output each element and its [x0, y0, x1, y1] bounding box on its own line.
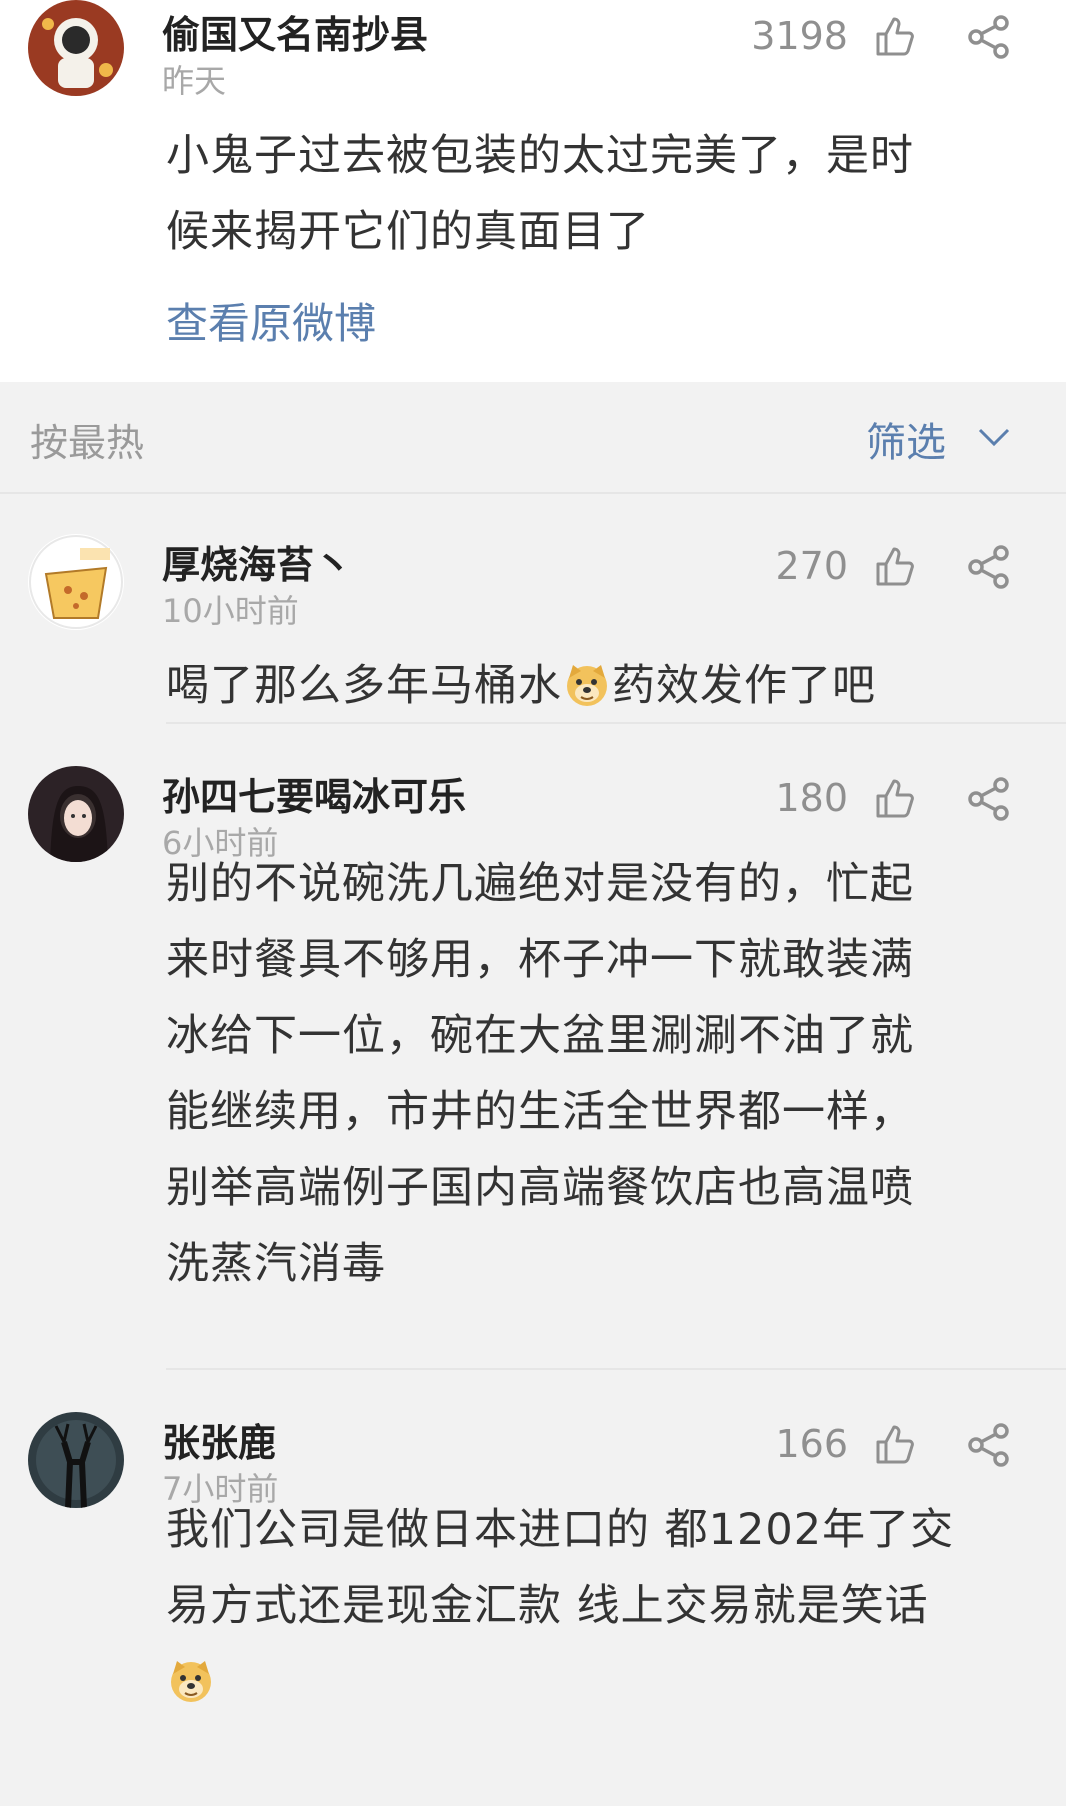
sort-bar: 按最热 筛选	[0, 382, 1066, 494]
comment-like-count: 270	[775, 544, 848, 588]
comment-avatar[interactable]	[28, 534, 124, 630]
comment-text-emoji-line	[166, 1644, 1046, 1720]
comment-item: 孙四七要喝冰可乐 6小时前 180 别的不说碗洗几遍绝对是没有的，忙起 来时餐具…	[0, 724, 1066, 1370]
post-text-line: 小鬼子过去被包装的太过完美了，是时	[166, 131, 914, 181]
comment-username[interactable]: 厚烧海苔丶	[162, 534, 352, 589]
comment-username[interactable]: 张张鹿	[162, 1412, 276, 1467]
comment-username[interactable]: 孙四七要喝冰可乐	[162, 766, 466, 821]
comment-text-line: 别的不说碗洗几遍绝对是没有的，忙起	[166, 859, 914, 909]
comment-text-line: 易方式还是现金汇款 线上交易就是笑话	[166, 1581, 929, 1631]
comment-text: 喝了那么多年马桶水 药效发作了吧	[166, 648, 1006, 724]
comment-time: 10小时前	[162, 592, 299, 630]
thumbs-up-icon[interactable]	[872, 1422, 916, 1466]
comment-text-part: 药效发作了吧	[612, 661, 876, 711]
comment-text-part: 喝了那么多年马桶水	[166, 661, 562, 711]
view-original-link[interactable]: 查看原微博	[166, 290, 376, 351]
comment-text-line: 能继续用，市井的生活全世界都一样，	[166, 1087, 914, 1137]
comment-text-line: 洗蒸汽消毒	[166, 1239, 386, 1289]
share-icon[interactable]	[966, 1422, 1012, 1468]
comment-avatar[interactable]	[28, 766, 124, 862]
comment-like-count: 180	[775, 776, 848, 820]
share-icon[interactable]	[966, 544, 1012, 590]
comment-text-line: 冰给下一位，碗在大盆里涮涮不油了就	[166, 1011, 914, 1061]
comment-text-line: 别举高端例子国内高端餐饮店也高温喷	[166, 1163, 914, 1213]
original-post: 偷国又名南抄县 昨天 3198 小鬼子过去被包装的太过完美了，是时 候来揭开它们…	[0, 0, 1066, 382]
thumbs-up-icon[interactable]	[872, 14, 916, 58]
post-text: 小鬼子过去被包装的太过完美了，是时 候来揭开它们的真面目了	[166, 118, 1006, 270]
comment-text: 别的不说碗洗几遍绝对是没有的，忙起 来时餐具不够用，杯子冲一下就敢装满 冰给下一…	[166, 846, 1006, 1302]
filter-button[interactable]: 筛选	[866, 410, 946, 468]
doge-emoji-icon	[168, 1658, 214, 1704]
doge-emoji-icon	[564, 662, 610, 708]
post-text-line: 候来揭开它们的真面目了	[166, 207, 650, 257]
thumbs-up-icon[interactable]	[872, 776, 916, 820]
share-icon[interactable]	[966, 14, 1012, 60]
post-like-count: 3198	[751, 14, 848, 58]
post-avatar[interactable]	[28, 0, 124, 96]
post-username[interactable]: 偷国又名南抄县	[162, 4, 428, 59]
comment-text-line: 来时餐具不够用，杯子冲一下就敢装满	[166, 935, 914, 985]
share-icon[interactable]	[966, 776, 1012, 822]
comment-text: 我们公司是做日本进口的 都1202年了交 易方式还是现金汇款 线上交易就是笑话	[166, 1492, 1046, 1720]
comment-item: 厚烧海苔丶 10小时前 270 喝了那么多年马桶水 药效发作了吧	[0, 494, 1066, 724]
chevron-down-icon[interactable]	[976, 422, 1012, 452]
post-time: 昨天	[162, 62, 227, 100]
comment-like-count: 166	[775, 1422, 848, 1466]
sort-hot-label[interactable]: 按最热	[30, 412, 144, 467]
thumbs-up-icon[interactable]	[872, 544, 916, 588]
comment-item: 张张鹿 7小时前 166 我们公司是做日本进口的 都1202年了交 易方式还是现…	[0, 1370, 1066, 1680]
comment-avatar[interactable]	[28, 1412, 124, 1508]
comment-text-line: 我们公司是做日本进口的 都1202年了交	[166, 1505, 955, 1555]
